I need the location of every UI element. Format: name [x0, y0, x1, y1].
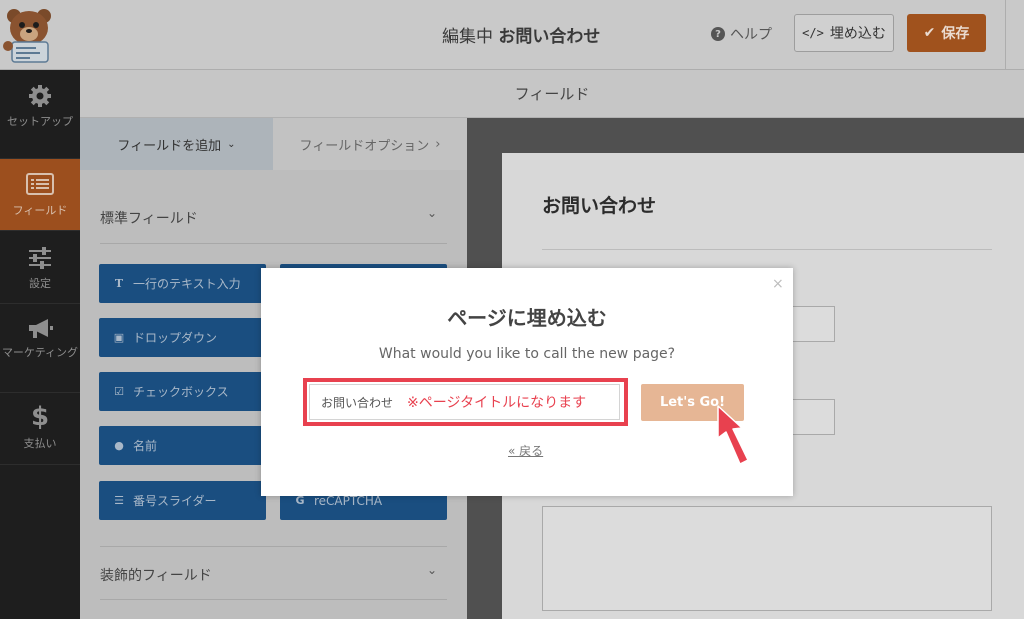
- top-header: 編集中 お問い合わせ ? ヘルプ </> 埋め込む ✔ 保存: [0, 0, 1024, 70]
- field-button-label: チェックボックス: [133, 385, 229, 399]
- check-icon: ✔: [923, 25, 936, 41]
- close-icon[interactable]: ×: [772, 276, 784, 292]
- modal-question: What would you like to call the new page…: [378, 346, 676, 362]
- save-label: 保存: [941, 26, 970, 42]
- code-icon: </>: [802, 26, 824, 40]
- sidebar-item-label: 支払い: [23, 437, 57, 450]
- sidebar-item-settings[interactable]: 設定: [0, 231, 80, 304]
- text-icon: T: [114, 277, 124, 290]
- megaphone-icon: [29, 319, 53, 338]
- field-button-checkbox[interactable]: ☑ チェックボックス: [99, 372, 266, 411]
- gear-icon: [29, 85, 51, 107]
- sliders-icon: [29, 247, 51, 269]
- tab-add-label: フィールドを追加: [117, 138, 222, 154]
- chevron-down-icon[interactable]: ⌄: [427, 206, 437, 220]
- page-name-input[interactable]: お問い合わせ ※ページタイトルになります: [309, 384, 620, 420]
- field-button-single-line-text[interactable]: T 一行のテキスト入力: [99, 264, 266, 303]
- sidebar-item-label: 設定: [29, 277, 51, 290]
- page-title: 編集中 お問い合わせ: [442, 22, 600, 47]
- tab-options-label: フィールドオプション: [299, 138, 430, 154]
- sidebar-item-label: セットアップ: [7, 115, 73, 128]
- sidebar-item-label: フィールド: [12, 204, 68, 217]
- field-button-label: 一行のテキスト入力: [133, 277, 241, 291]
- sidebar-item-setup[interactable]: セットアップ: [0, 70, 80, 159]
- chevron-down-icon[interactable]: ⌄: [427, 563, 437, 577]
- dollar-icon: $: [30, 402, 50, 432]
- chevron-down-icon: ⌄: [227, 138, 236, 150]
- field-button-number-slider[interactable]: ☰ 番号スライダー: [99, 481, 266, 520]
- embed-button[interactable]: </> 埋め込む: [794, 14, 894, 52]
- dropdown-icon: ▣: [113, 331, 125, 344]
- save-button[interactable]: ✔ 保存: [907, 14, 986, 52]
- sidebar-item-marketing[interactable]: マーケティング: [0, 304, 80, 393]
- bear-logo-icon: [3, 9, 51, 63]
- header-divider: [1005, 0, 1006, 70]
- page-name-value: お問い合わせ: [321, 395, 394, 410]
- field-button-label: 番号スライダー: [133, 494, 217, 508]
- back-link[interactable]: « 戻る: [508, 442, 543, 459]
- embed-label: 埋め込む: [829, 26, 886, 42]
- form-name: お問い合わせ: [498, 27, 601, 47]
- divider: [100, 599, 447, 600]
- field-button-label: ドロップダウン: [133, 331, 218, 345]
- fields-bar: フィールド: [80, 70, 1024, 118]
- sidebar-item-label: マーケティング: [1, 346, 79, 359]
- field-button-label: 名前: [133, 439, 158, 453]
- divider: [100, 243, 447, 244]
- help-link[interactable]: ? ヘルプ: [711, 24, 772, 44]
- chevron-right-icon: ›: [435, 136, 441, 152]
- decorative-fields-title[interactable]: 装飾的フィールド: [100, 565, 212, 585]
- help-label: ヘルプ: [730, 27, 772, 43]
- question-icon: ?: [711, 27, 725, 41]
- preview-textarea[interactable]: [542, 506, 992, 611]
- tab-add-fields[interactable]: フィールドを追加 ⌄: [80, 118, 273, 170]
- editing-prefix: 編集中: [442, 27, 493, 47]
- sidebar-item-fields[interactable]: フィールド: [0, 159, 80, 231]
- fields-bar-title: フィールド: [514, 85, 590, 103]
- field-button-dropdown[interactable]: ▣ ドロップダウン: [99, 318, 266, 357]
- divider: [100, 546, 447, 547]
- left-sidebar: セットアップ フィールド 設定 マーケティング $ 支払い: [0, 70, 80, 619]
- sliders-icon: ☰: [114, 494, 124, 507]
- sidebar-item-payments[interactable]: $ 支払い: [0, 393, 80, 465]
- modal-title: ページに埋め込む: [447, 306, 607, 330]
- divider: [542, 249, 992, 250]
- standard-fields-title[interactable]: 標準フィールド: [100, 208, 198, 228]
- user-icon: ●: [114, 439, 124, 452]
- annotation-note: ※ページタイトルになります: [407, 395, 587, 411]
- form-preview-title: お問い合わせ: [542, 195, 657, 217]
- form-list-icon: [26, 173, 54, 195]
- field-button-name[interactable]: ● 名前: [99, 426, 266, 465]
- pointer-arrow-icon: [717, 405, 749, 465]
- tab-field-options[interactable]: フィールドオプション ›: [273, 118, 467, 170]
- checkbox-icon: ☑: [114, 385, 124, 398]
